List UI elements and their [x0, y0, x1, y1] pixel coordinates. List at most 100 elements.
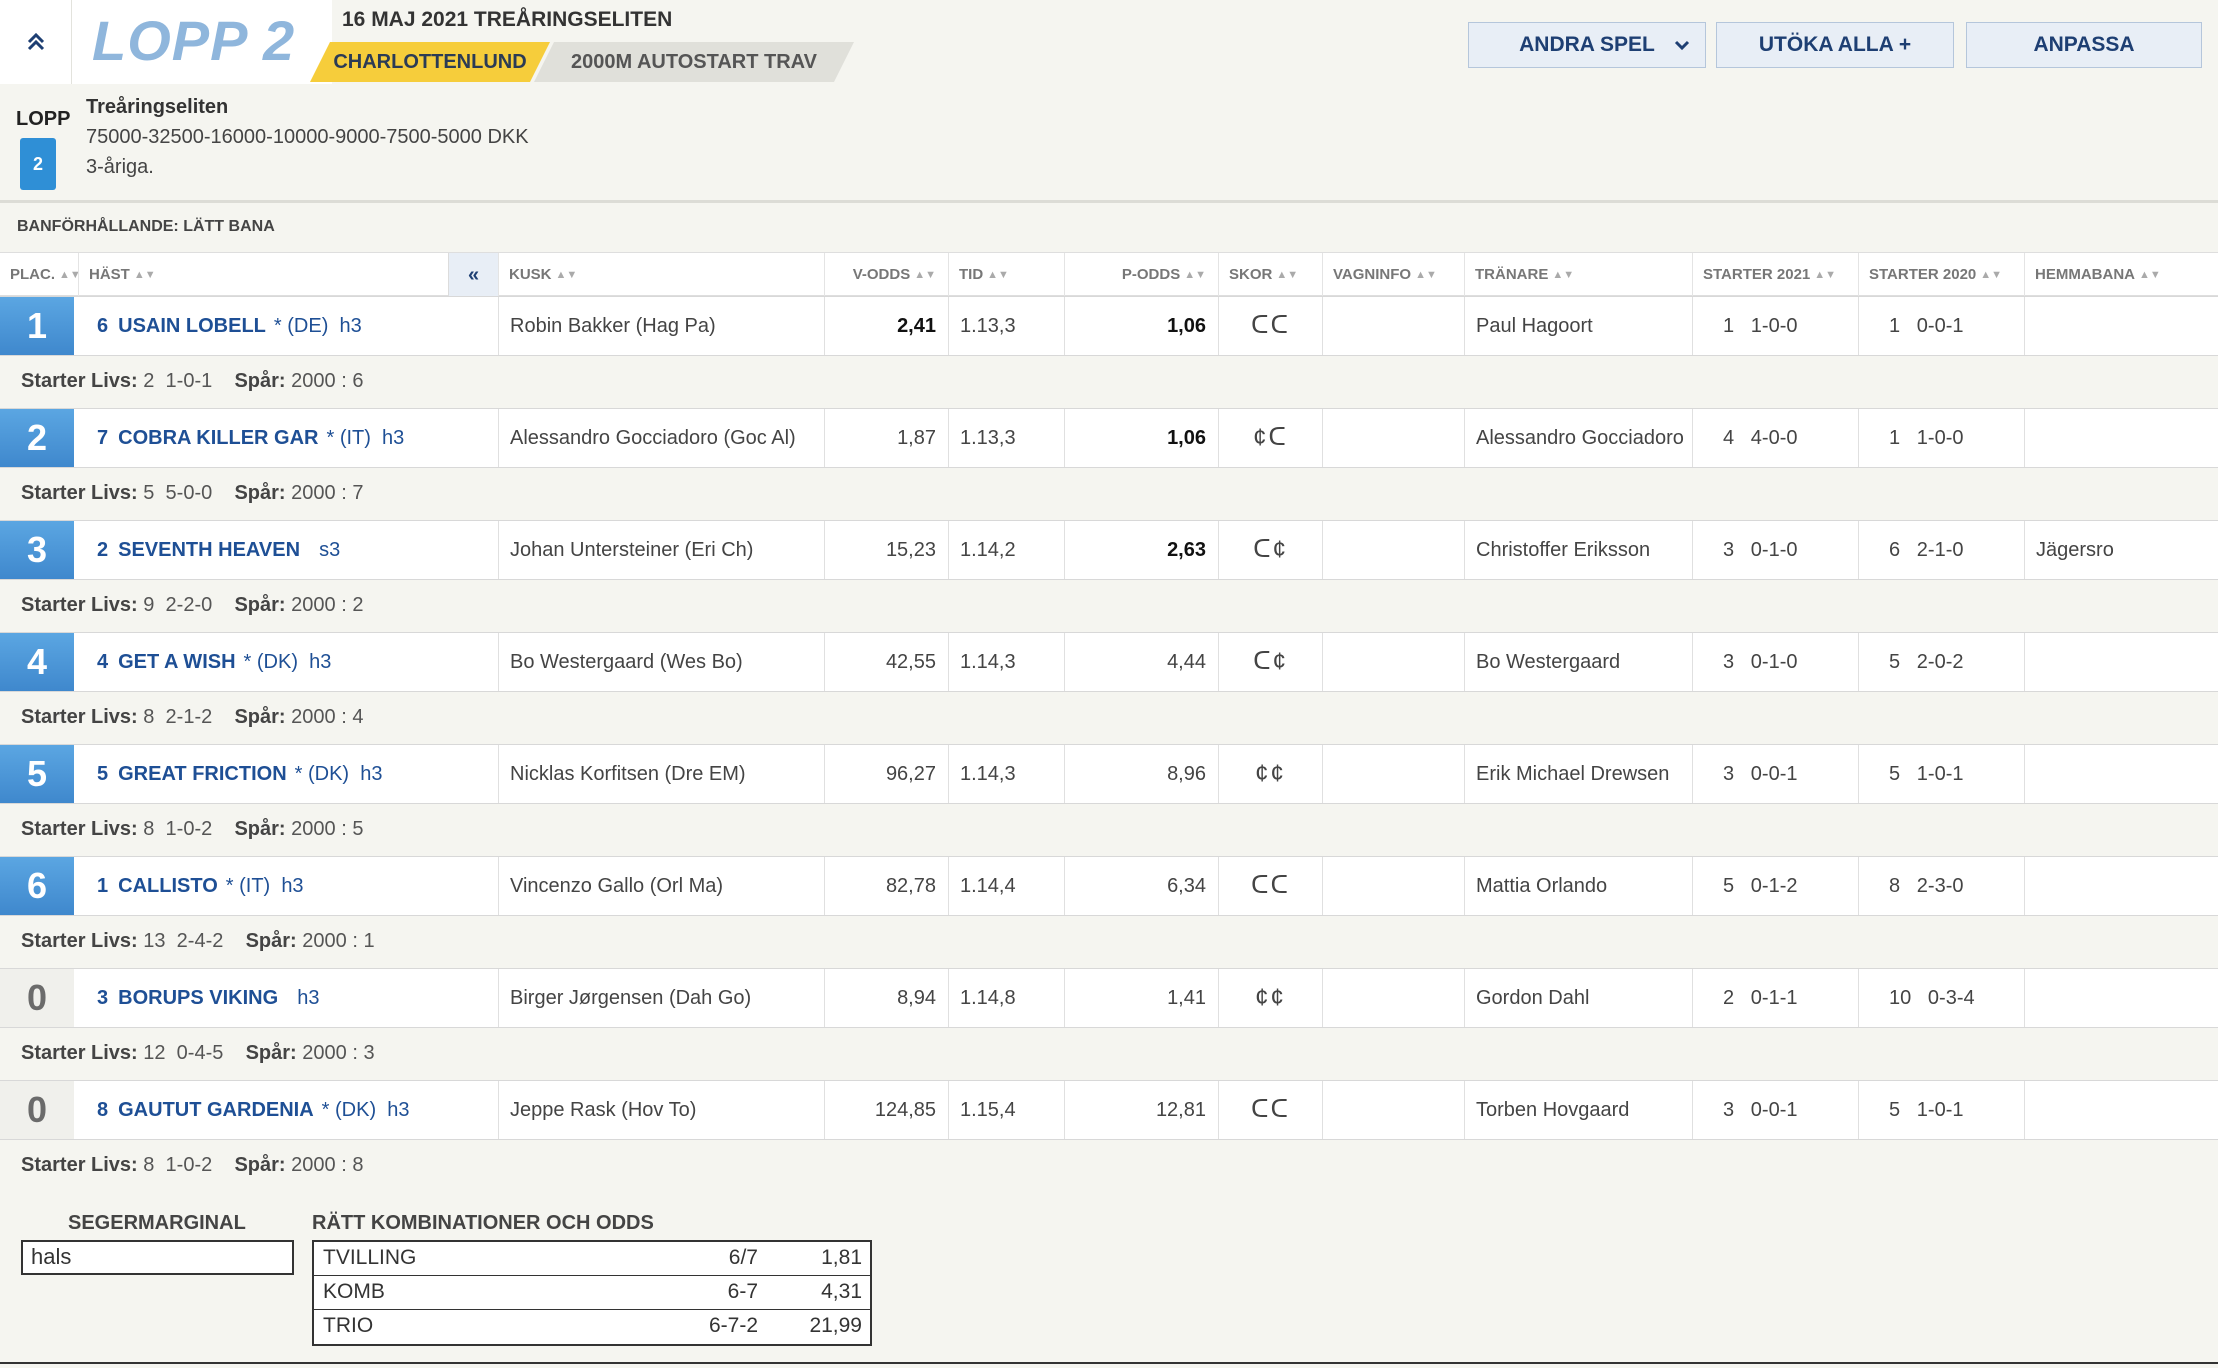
col-starter-2020[interactable]: STARTER 2020 ▲▼	[1858, 253, 2024, 297]
p-odds-cell: 2,63	[1064, 521, 1218, 579]
horse-cell[interactable]: 5 GREAT FRICTION * (DK) h3	[78, 745, 498, 803]
horse-name[interactable]: GREAT FRICTION	[118, 759, 287, 789]
driver-cell[interactable]: Jeppe Rask (Hov To)	[498, 1081, 824, 1139]
andra-spel-button[interactable]: ANDRA SPEL	[1468, 22, 1706, 68]
table-row[interactable]: 0 8 GAUTUT GARDENIA * (DK) h3 Jeppe Rask (Ho…	[0, 1080, 2218, 1140]
lopp-number-badge: 2	[20, 138, 56, 190]
horse-name[interactable]: CALLISTO	[118, 871, 218, 901]
cart-info-cell	[1322, 1081, 1464, 1139]
col-p-odds[interactable]: P-ODDS ▲▼	[1064, 253, 1218, 297]
komb-row: TRIO 6-7-2 21,99	[314, 1310, 870, 1344]
driver-cell[interactable]: Bo Westergaard (Wes Bo)	[498, 633, 824, 691]
spar-label: Spår:	[234, 818, 286, 840]
post-position: 2000 : 8	[291, 1154, 364, 1176]
col-hemmabana[interactable]: HEMMABANA ▲▼	[2024, 253, 2218, 297]
col-hemmabana-label: HEMMABANA	[2035, 266, 2135, 283]
table-row[interactable]: 6 1 CALLISTO * (IT) h3 Vincenzo Gallo (Orl M…	[0, 856, 2218, 916]
horse-name[interactable]: GET A WISH	[118, 647, 235, 677]
starter-label: Starter Livs:	[21, 1042, 138, 1064]
distance-tag: 2000M AUTOSTART TRAV	[534, 42, 854, 82]
col-tid-label: TID	[959, 266, 984, 283]
col-hast[interactable]: HÄST ▲▼	[78, 253, 448, 297]
career-record: 1-0-2	[165, 818, 213, 840]
starts-2021-cell: 5 0-1-2	[1692, 857, 1858, 915]
horse-name[interactable]: COBRA KILLER GAR	[118, 423, 318, 453]
col-tid[interactable]: TID ▲▼	[948, 253, 1064, 297]
driver-cell[interactable]: Birger Jørgensen (Dah Go)	[498, 969, 824, 1027]
starts-2020-cell: 1 0-0-1	[1858, 297, 2024, 355]
anpassa-button[interactable]: ANPASSA	[1966, 22, 2202, 68]
collapse-columns-button[interactable]: «	[448, 253, 498, 297]
horse-cell[interactable]: 6 USAIN LOBELL * (DE) h3	[78, 297, 498, 355]
driver-cell[interactable]: Alessandro Gocciadoro (Goc Al)	[498, 409, 824, 467]
utoka-alla-button[interactable]: UTÖKA ALLA +	[1716, 22, 1954, 68]
col-hast-label: HÄST	[89, 266, 130, 283]
horse-name[interactable]: USAIN LOBELL	[118, 311, 266, 341]
shoes-cell: ᑕ¢	[1218, 633, 1322, 691]
starter-label: Starter Livs:	[21, 370, 138, 392]
driver-cell[interactable]: Vincenzo Gallo (Orl Ma)	[498, 857, 824, 915]
start-number: 3	[97, 987, 109, 1009]
horse-name[interactable]: BORUPS VIKING	[118, 983, 278, 1013]
table-row[interactable]: 5 5 GREAT FRICTION * (DK) h3 Nicklas Korfits…	[0, 744, 2218, 804]
starter-label: Starter Livs:	[21, 706, 138, 728]
starts-2020-cell: 5 1-0-1	[1858, 745, 2024, 803]
trainer-cell[interactable]: Torben Hovgaard	[1464, 1081, 1692, 1139]
komb-row: KOMB 6-7 4,31	[314, 1276, 870, 1310]
komb-combo: 6-7	[727, 1280, 758, 1303]
table-row[interactable]: 2 7 COBRA KILLER GAR * (IT) h3 Alessandro Go…	[0, 408, 2218, 468]
trainer-cell[interactable]: Bo Westergaard	[1464, 633, 1692, 691]
kombinationer-title: RÄTT KOMBINATIONER OCH ODDS	[312, 1212, 654, 1234]
collapse-header-button[interactable]	[0, 0, 72, 84]
horse-details: s3	[308, 539, 341, 561]
col-plac[interactable]: PLAC. ▲▼	[0, 253, 82, 297]
col-vagninfo[interactable]: VAGNINFO ▲▼	[1322, 253, 1464, 297]
horse-cell[interactable]: 2 SEVENTH HEAVEN s3	[78, 521, 498, 579]
career-stats: Starter Livs: 9 2-2-0 Spår: 2000 : 2	[21, 594, 363, 617]
trainer-cell[interactable]: Christoffer Eriksson	[1464, 521, 1692, 579]
komb-odds: 21,99	[809, 1314, 862, 1337]
horse-cell[interactable]: 7 COBRA KILLER GAR * (IT) h3	[78, 409, 498, 467]
col-v-odds[interactable]: V-ODDS ▲▼	[824, 253, 948, 297]
horse-cell[interactable]: 1 CALLISTO * (IT) h3	[78, 857, 498, 915]
komb-name: TVILLING	[323, 1246, 417, 1269]
v-odds-cell: 82,78	[824, 857, 948, 915]
driver-cell[interactable]: Johan Untersteiner (Eri Ch)	[498, 521, 824, 579]
sort-icon: ▲▼	[1184, 269, 1206, 281]
col-skor[interactable]: SKOR ▲▼	[1218, 253, 1322, 297]
col-starter-2021[interactable]: STARTER 2021 ▲▼	[1692, 253, 1858, 297]
v-odds-cell: 15,23	[824, 521, 948, 579]
starter-label: Starter Livs:	[21, 482, 138, 504]
trainer-cell[interactable]: Gordon Dahl	[1464, 969, 1692, 1027]
col-p-odds-label: P-ODDS	[1121, 266, 1181, 283]
career-stats: Starter Livs: 12 0-4-5 Spår: 2000 : 3	[21, 1042, 375, 1065]
v-odds-cell: 42,55	[824, 633, 948, 691]
horse-cell[interactable]: 4 GET A WISH * (DK) h3	[78, 633, 498, 691]
home-track-cell	[2024, 969, 2218, 1027]
table-row[interactable]: 4 4 GET A WISH * (DK) h3 Bo Westergaard (Wes…	[0, 632, 2218, 692]
kombinationer-table: TVILLING 6/7 1,81 KOMB 6-7 4,31 TRIO 6-7…	[312, 1240, 872, 1346]
horse-cell[interactable]: 3 BORUPS VIKING h3	[78, 969, 498, 1027]
horse-details: * (DK) h3	[321, 1099, 410, 1121]
spar-label: Spår:	[245, 930, 297, 952]
home-track-cell	[2024, 409, 2218, 467]
race-date-title: 16 MAJ 2021 TREÅRINGSELITEN	[342, 8, 673, 31]
col-kusk[interactable]: KUSK ▲▼	[498, 253, 824, 297]
col-tranare[interactable]: TRÄNARE ▲▼	[1464, 253, 1692, 297]
horse-name[interactable]: GAUTUT GARDENIA	[118, 1095, 314, 1125]
trainer-cell[interactable]: Alessandro Gocciadoro	[1464, 409, 1692, 467]
horse-name[interactable]: SEVENTH HEAVEN	[118, 535, 300, 565]
table-row[interactable]: 1 6 USAIN LOBELL * (DE) h3 Robin Bakker (Hag…	[0, 296, 2218, 356]
col-vagninfo-label: VAGNINFO	[1333, 266, 1412, 283]
trainer-cell[interactable]: Erik Michael Drewsen	[1464, 745, 1692, 803]
trainer-cell[interactable]: Paul Hagoort	[1464, 297, 1692, 355]
driver-cell[interactable]: Robin Bakker (Hag Pa)	[498, 297, 824, 355]
career-stats: Starter Livs: 5 5-0-0 Spår: 2000 : 7	[21, 482, 363, 505]
trainer-cell[interactable]: Mattia Orlando	[1464, 857, 1692, 915]
driver-cell[interactable]: Nicklas Korfitsen (Dre EM)	[498, 745, 824, 803]
horse-cell[interactable]: 8 GAUTUT GARDENIA * (DK) h3	[78, 1081, 498, 1139]
sort-icon: ▲▼	[987, 269, 1009, 281]
table-row[interactable]: 3 2 SEVENTH HEAVEN s3 Johan Untersteiner (E…	[0, 520, 2218, 580]
shoes-cell: ¢¢	[1218, 745, 1322, 803]
table-row[interactable]: 0 3 BORUPS VIKING h3 Birger Jørgensen (Dah …	[0, 968, 2218, 1028]
